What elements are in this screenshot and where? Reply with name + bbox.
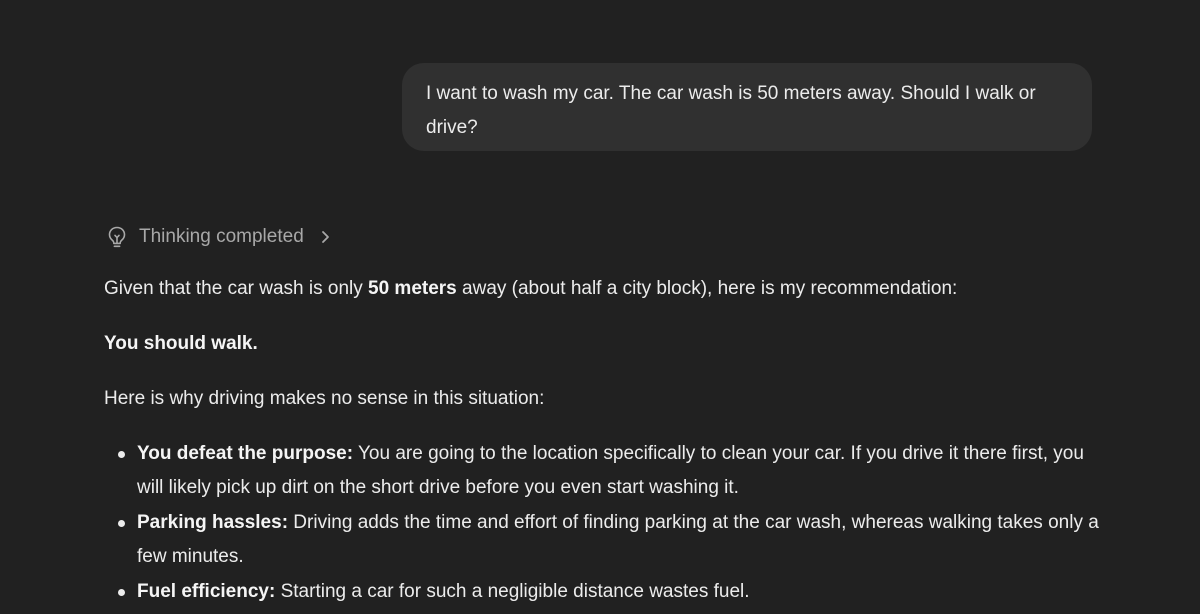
user-message-text: I want to wash my car. The car wash is 5… [426,83,1036,138]
assistant-response: Given that the car wash is only 50 meter… [104,272,1104,610]
list-item: You defeat the purpose: You are going to… [104,437,1104,505]
intro-paragraph: Given that the car wash is only 50 meter… [104,272,1104,306]
list-item: Fuel efficiency: Starting a car for such… [104,575,1104,609]
bullet-icon [118,520,125,527]
bullet-icon [118,589,125,596]
intro-bold-distance: 50 meters [368,278,457,299]
reason-intro-paragraph: Here is why driving makes no sense in th… [104,388,545,409]
thinking-toggle[interactable]: Thinking completed [106,222,334,252]
list-item-title: You defeat the purpose: [137,443,354,464]
user-message-bubble: I want to wash my car. The car wash is 5… [402,63,1092,151]
recommendation-text: You should walk. [104,333,258,354]
reasons-list: You defeat the purpose: You are going to… [104,437,1104,609]
intro-text-end: away (about half a city block), here is … [456,278,958,299]
intro-text-start: Given that the car wash is only [104,278,369,299]
chevron-right-icon [320,227,334,247]
list-item-text: Starting a car for such a negligible dis… [275,581,750,602]
list-item-title: Parking hassles: [137,512,289,533]
list-item: Parking hassles: Driving adds the time a… [104,506,1104,574]
list-item-title: Fuel efficiency: [137,581,276,602]
lightbulb-icon [106,225,128,249]
recommendation-paragraph: You should walk. [104,327,1104,361]
bullet-icon [118,451,125,458]
thinking-status-label: Thinking completed [139,226,304,247]
